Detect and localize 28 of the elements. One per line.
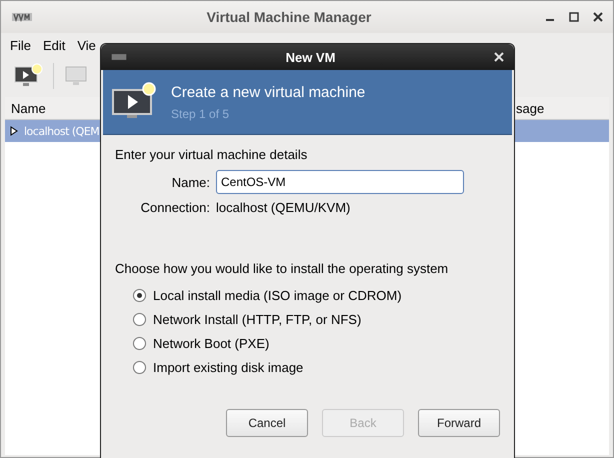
radio-button[interactable] bbox=[133, 337, 146, 350]
menu-item[interactable]: File bbox=[10, 38, 31, 52]
radio-button[interactable] bbox=[133, 361, 146, 374]
window-title: Virtual Machine Manager bbox=[206, 9, 372, 25]
field-label: Connection: bbox=[140, 200, 210, 215]
radio-option[interactable]: Local install media (ISO image or CDROM) bbox=[133, 288, 500, 303]
maximize-icon[interactable] bbox=[569, 12, 579, 22]
radio-option[interactable]: Network Boot (PXE) bbox=[133, 336, 500, 351]
menu-item[interactable]: Edit bbox=[42, 38, 66, 52]
name-field[interactable]: CentOS-VM bbox=[216, 170, 464, 194]
section-label: Enter your virtual machine details bbox=[115, 147, 308, 162]
dialog-button[interactable]: Cancel bbox=[226, 409, 308, 437]
menu-item[interactable]: Vie bbox=[77, 38, 96, 52]
dialog-title: New VM bbox=[284, 50, 336, 64]
dialog-button[interactable]: Forward bbox=[418, 409, 500, 437]
dialog-heading: Create a new virtual machine bbox=[171, 84, 366, 100]
radio-button[interactable] bbox=[133, 289, 146, 302]
field-label: Name: bbox=[170, 174, 210, 190]
section-label: Choose how you would like to install the operating system bbox=[115, 261, 450, 276]
radio-button[interactable] bbox=[133, 313, 146, 326]
connection-value: localhost (QEMU/KVM) bbox=[216, 200, 352, 215]
expander-icon[interactable] bbox=[10, 126, 18, 136]
table-cell: localhost (QEM bbox=[24, 124, 100, 138]
radio-option[interactable]: Import existing disk image bbox=[133, 360, 500, 375]
close-icon[interactable] bbox=[593, 12, 603, 22]
radio-option[interactable]: Network Install (HTTP, FTP, or NFS) bbox=[133, 312, 500, 327]
new-vm-icon[interactable] bbox=[13, 63, 43, 89]
step-label: Step 1 of 5 bbox=[171, 106, 230, 120]
